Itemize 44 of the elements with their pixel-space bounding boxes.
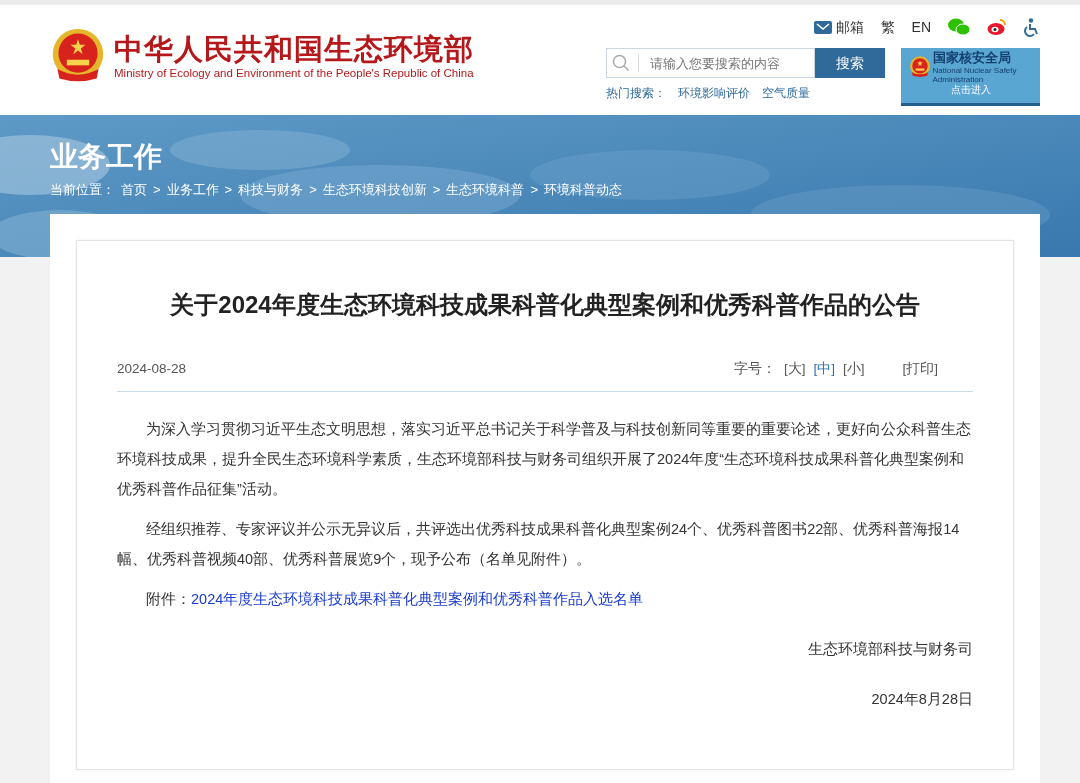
accessibility-icon[interactable] — [1024, 17, 1040, 37]
nuclear-safety-banner[interactable]: 国家核安全局 National Nuclear Safety Administration 点击进入 — [901, 48, 1040, 106]
site-subtitle: Ministry of Ecology and Environment of the People's Republic of China — [114, 66, 474, 80]
print-link[interactable]: [打印] — [902, 359, 938, 380]
breadcrumb-separator: > — [224, 181, 233, 199]
hot-search-link[interactable]: 环境影响评价 — [678, 85, 750, 103]
publish-date: 2024-08-28 — [117, 360, 187, 378]
hot-search-link[interactable]: 空气质量 — [762, 85, 810, 103]
envelope-icon — [813, 20, 832, 34]
hot-search-label: 热门搜索： — [606, 86, 666, 101]
breadcrumb-link[interactable]: 环境科普动态 — [543, 180, 622, 200]
mailbox-link[interactable]: 邮箱 — [813, 16, 864, 38]
signature: 生态环境部科技与财务司 — [808, 640, 973, 660]
weibo-icon[interactable] — [987, 18, 1007, 36]
emblem-icon — [50, 28, 106, 84]
breadcrumb-link[interactable]: 业务工作 — [166, 180, 219, 200]
wechat-icon[interactable] — [948, 18, 970, 36]
breadcrumb-separator: > — [432, 181, 441, 199]
article-paragraph: 经组织推荐、专家评议并公示无异议后，共评选出优秀科技成果科普化典型案例24个、优秀科普图书22部、优秀科普海报14幅、优秀科普视频40部、优秀科普展览9个，现予公布（名单见附件）。 — [117, 520, 961, 570]
font-size-option[interactable]: [小] — [842, 359, 865, 380]
language-link[interactable]: EN — [911, 16, 931, 38]
font-size-option[interactable]: [大] — [783, 359, 806, 380]
section-title: 业务工作 — [50, 140, 163, 174]
promo-action: 点击进入 — [950, 84, 991, 96]
signed-date: 2024年8月28日 — [871, 690, 973, 710]
search-field[interactable]: 请输入您要搜索的内容 — [606, 48, 815, 78]
breadcrumb-separator: > — [309, 181, 317, 199]
promo-title: 国家核安全局 — [932, 50, 1012, 66]
site-title: 中华人民共和国生态环境部 — [114, 32, 474, 66]
language-link[interactable]: 繁 — [880, 16, 895, 38]
font-size-label: 字号： — [733, 360, 776, 378]
emblem-icon — [908, 56, 931, 78]
breadcrumb-link[interactable]: 首页 — [121, 180, 147, 200]
breadcrumb-separator: > — [530, 181, 538, 199]
font-size-option[interactable]: [中] — [813, 359, 835, 380]
promo-subtitle: National Nuclear Safety Administration — [932, 66, 1018, 84]
article-paragraph: 为深入学习贯彻习近平生态文明思想，落实习近平总书记关于科学普及与科技创新同等重要的重要论述，更好向公众科普生态环境科技成果，提升全民生态环境科学素质，生态环境部科技与财务司组织开展了2024年度“生态环境科技成果科普化典型案例和优秀科普作品征集”活动。 — [117, 420, 972, 500]
breadcrumb-label: 当前位置： — [50, 181, 115, 199]
attachment-link[interactable]: 2024年度生态环境科技成果科普化典型案例和优秀科普作品入选名单 — [191, 584, 644, 615]
article-title: 关于2024年度生态环境科技成果科普化典型案例和优秀科普作品的公告 — [169, 290, 921, 320]
breadcrumb-separator: > — [153, 181, 161, 199]
search-button[interactable]: 搜索 — [815, 48, 885, 78]
attachment-label: 附件： — [146, 590, 191, 610]
search-icon — [612, 54, 630, 72]
